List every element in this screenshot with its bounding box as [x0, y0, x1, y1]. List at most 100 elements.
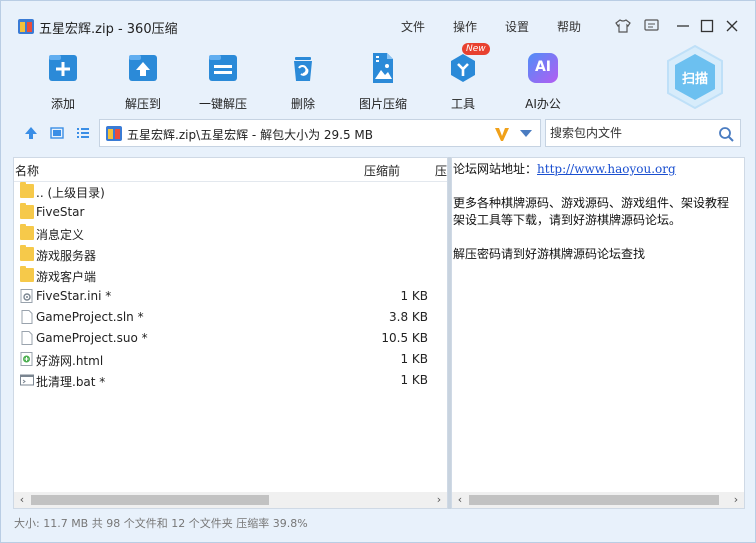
site-label: 论坛网站地址：	[453, 162, 538, 176]
html-file-icon	[20, 352, 33, 366]
v-logo-icon	[495, 128, 509, 141]
one-click-extract-icon	[206, 51, 240, 85]
list-item[interactable]: 好游网.html 1 KB	[14, 349, 447, 370]
folder-icon	[20, 266, 34, 282]
scroll-right-icon[interactable]: ›	[728, 492, 744, 508]
feedback-icon[interactable]	[642, 17, 660, 35]
image-compress-button[interactable]: 图片压缩	[346, 51, 420, 111]
zip-archive-icon	[106, 126, 122, 141]
list-item[interactable]: .. (上级目录)	[14, 181, 447, 202]
ai-office-button[interactable]: AI AI办公	[506, 51, 580, 111]
title-bar: 五星宏辉.zip - 360压缩 文件 操作 设置 帮助	[1, 1, 755, 41]
item-size: 1 KB	[400, 352, 428, 366]
app-window: 五星宏辉.zip - 360压缩 文件 操作 设置 帮助 添加 解压到 一键解压…	[0, 0, 756, 543]
scan-label: 扫描	[681, 72, 708, 87]
preview-text-line: 解压密码请到好游棋牌源码论坛查找	[453, 247, 646, 261]
item-name: GameProject.sln *	[36, 310, 144, 324]
minimize-icon[interactable]	[674, 17, 692, 35]
ini-file-icon	[20, 289, 33, 303]
tools-label: 工具	[450, 97, 475, 111]
item-size: 10.5 KB	[381, 331, 428, 345]
menu-settings[interactable]: 设置	[505, 18, 529, 35]
list-item[interactable]: 消息定义	[14, 223, 447, 244]
scroll-left-icon[interactable]: ‹	[452, 492, 468, 508]
bat-file-icon	[20, 374, 34, 386]
search-box	[545, 119, 741, 147]
new-badge: New	[462, 43, 490, 55]
scroll-thumb[interactable]	[469, 495, 719, 505]
item-name: 游戏服务器	[36, 249, 97, 263]
column-size-after[interactable]: 压	[435, 162, 447, 179]
add-icon	[46, 51, 80, 85]
delete-button[interactable]: 删除	[266, 51, 340, 111]
scroll-thumb[interactable]	[31, 495, 269, 505]
preview-text-line: 更多各种棋牌源码、游戏源码、游戏组件、架设教程	[453, 196, 730, 210]
preview-text-line: 架设工具等下载，请到好游棋牌源码论坛。	[453, 213, 682, 227]
scan-button[interactable]: 扫描	[665, 44, 725, 110]
item-name: 好游网.html	[36, 354, 104, 368]
folder-icon	[20, 203, 34, 219]
item-size: 3.8 KB	[389, 310, 428, 324]
list-item[interactable]: FiveStar.ini * 1 KB	[14, 286, 447, 307]
preview-pane: 论坛网站地址：http://www.haoyou.org 更多各种棋牌源码、游戏…	[451, 157, 745, 509]
item-name: GameProject.suo *	[36, 331, 148, 345]
scroll-right-icon[interactable]: ›	[431, 492, 447, 508]
preview-site-line: 论坛网站地址：http://www.haoyou.org	[453, 160, 676, 177]
menu-operate[interactable]: 操作	[453, 18, 477, 35]
item-name: FiveStar.ini *	[36, 289, 112, 303]
window-title: 五星宏辉.zip - 360压缩	[39, 22, 178, 37]
image-compress-label: 图片压缩	[358, 97, 407, 111]
list-item[interactable]: FiveStar	[14, 202, 447, 223]
item-name: 游戏客户端	[36, 270, 97, 284]
address-path: 五星宏辉.zip\五星宏辉 - 解包大小为 29.5 MB	[127, 128, 374, 142]
list-item[interactable]: 批清理.bat * 1 KB	[14, 370, 447, 391]
status-bar: 大小: 11.7 MB 共 98 个文件和 12 个文件夹 压缩率 39.8%	[1, 511, 755, 533]
one-click-extract-button[interactable]: 一键解压	[186, 51, 260, 111]
zip-archive-icon	[18, 19, 34, 34]
list-item[interactable]: 游戏服务器	[14, 244, 447, 265]
scroll-left-icon[interactable]: ‹	[14, 492, 30, 508]
address-row: 五星宏辉.zip\五星宏辉 - 解包大小为 29.5 MB	[1, 117, 755, 149]
up-arrow-icon[interactable]	[23, 125, 39, 141]
maximize-icon[interactable]	[698, 17, 716, 35]
list-item[interactable]: 游戏客户端	[14, 265, 447, 286]
add-button[interactable]: 添加	[26, 51, 100, 111]
file-icon	[21, 310, 33, 324]
menu-file[interactable]: 文件	[401, 18, 425, 35]
close-icon[interactable]	[723, 17, 741, 35]
item-size: 1 KB	[400, 373, 428, 387]
ai-office-label: AI办公	[525, 97, 561, 111]
file-list-pane: 名称 压缩前 压 .. (上级目录) FiveStar 消息定义 游戏服务器 游…	[13, 157, 448, 509]
item-name: FiveStar	[36, 205, 85, 219]
site-link[interactable]: http://www.haoyou.org	[537, 162, 676, 176]
list-item[interactable]: GameProject.sln * 3.8 KB	[14, 307, 447, 328]
search-input[interactable]	[546, 120, 712, 146]
shirt-icon[interactable]	[614, 17, 632, 35]
toolbar: 添加 解压到 一键解压 删除 图片压缩 New 工具 AI AI办公	[1, 41, 755, 113]
folder-icon	[20, 224, 34, 240]
file-icon	[21, 331, 33, 345]
column-name[interactable]: 名称	[15, 162, 39, 179]
list-item[interactable]: GameProject.suo * 10.5 KB	[14, 328, 447, 349]
menu-help[interactable]: 帮助	[557, 18, 581, 35]
tools-button[interactable]: New 工具	[426, 43, 500, 111]
one-click-extract-label: 一键解压	[198, 97, 247, 111]
search-icon[interactable]	[718, 126, 734, 142]
address-bar[interactable]: 五星宏辉.zip\五星宏辉 - 解包大小为 29.5 MB	[99, 119, 541, 147]
list-view-icon[interactable]	[75, 125, 91, 141]
extract-to-icon	[126, 51, 160, 85]
column-size-before[interactable]: 压缩前	[364, 162, 400, 179]
ai-icon-text: AI	[534, 59, 552, 75]
extract-to-button[interactable]: 解压到	[106, 51, 180, 111]
image-compress-icon	[366, 51, 400, 85]
list-horizontal-scrollbar[interactable]: ‹ ›	[14, 492, 447, 508]
item-size: 1 KB	[400, 289, 428, 303]
status-text: 大小: 11.7 MB 共 98 个文件和 12 个文件夹 压缩率 39.8%	[14, 517, 308, 530]
thumbnail-view-icon[interactable]	[49, 125, 65, 141]
item-name: 批清理.bat *	[36, 375, 106, 389]
delete-icon	[286, 51, 320, 85]
preview-horizontal-scrollbar[interactable]: ‹ ›	[452, 492, 744, 508]
address-dropdown-icon[interactable]	[520, 130, 532, 137]
tools-icon: New	[446, 43, 490, 85]
ai-office-icon: AI	[528, 53, 558, 83]
